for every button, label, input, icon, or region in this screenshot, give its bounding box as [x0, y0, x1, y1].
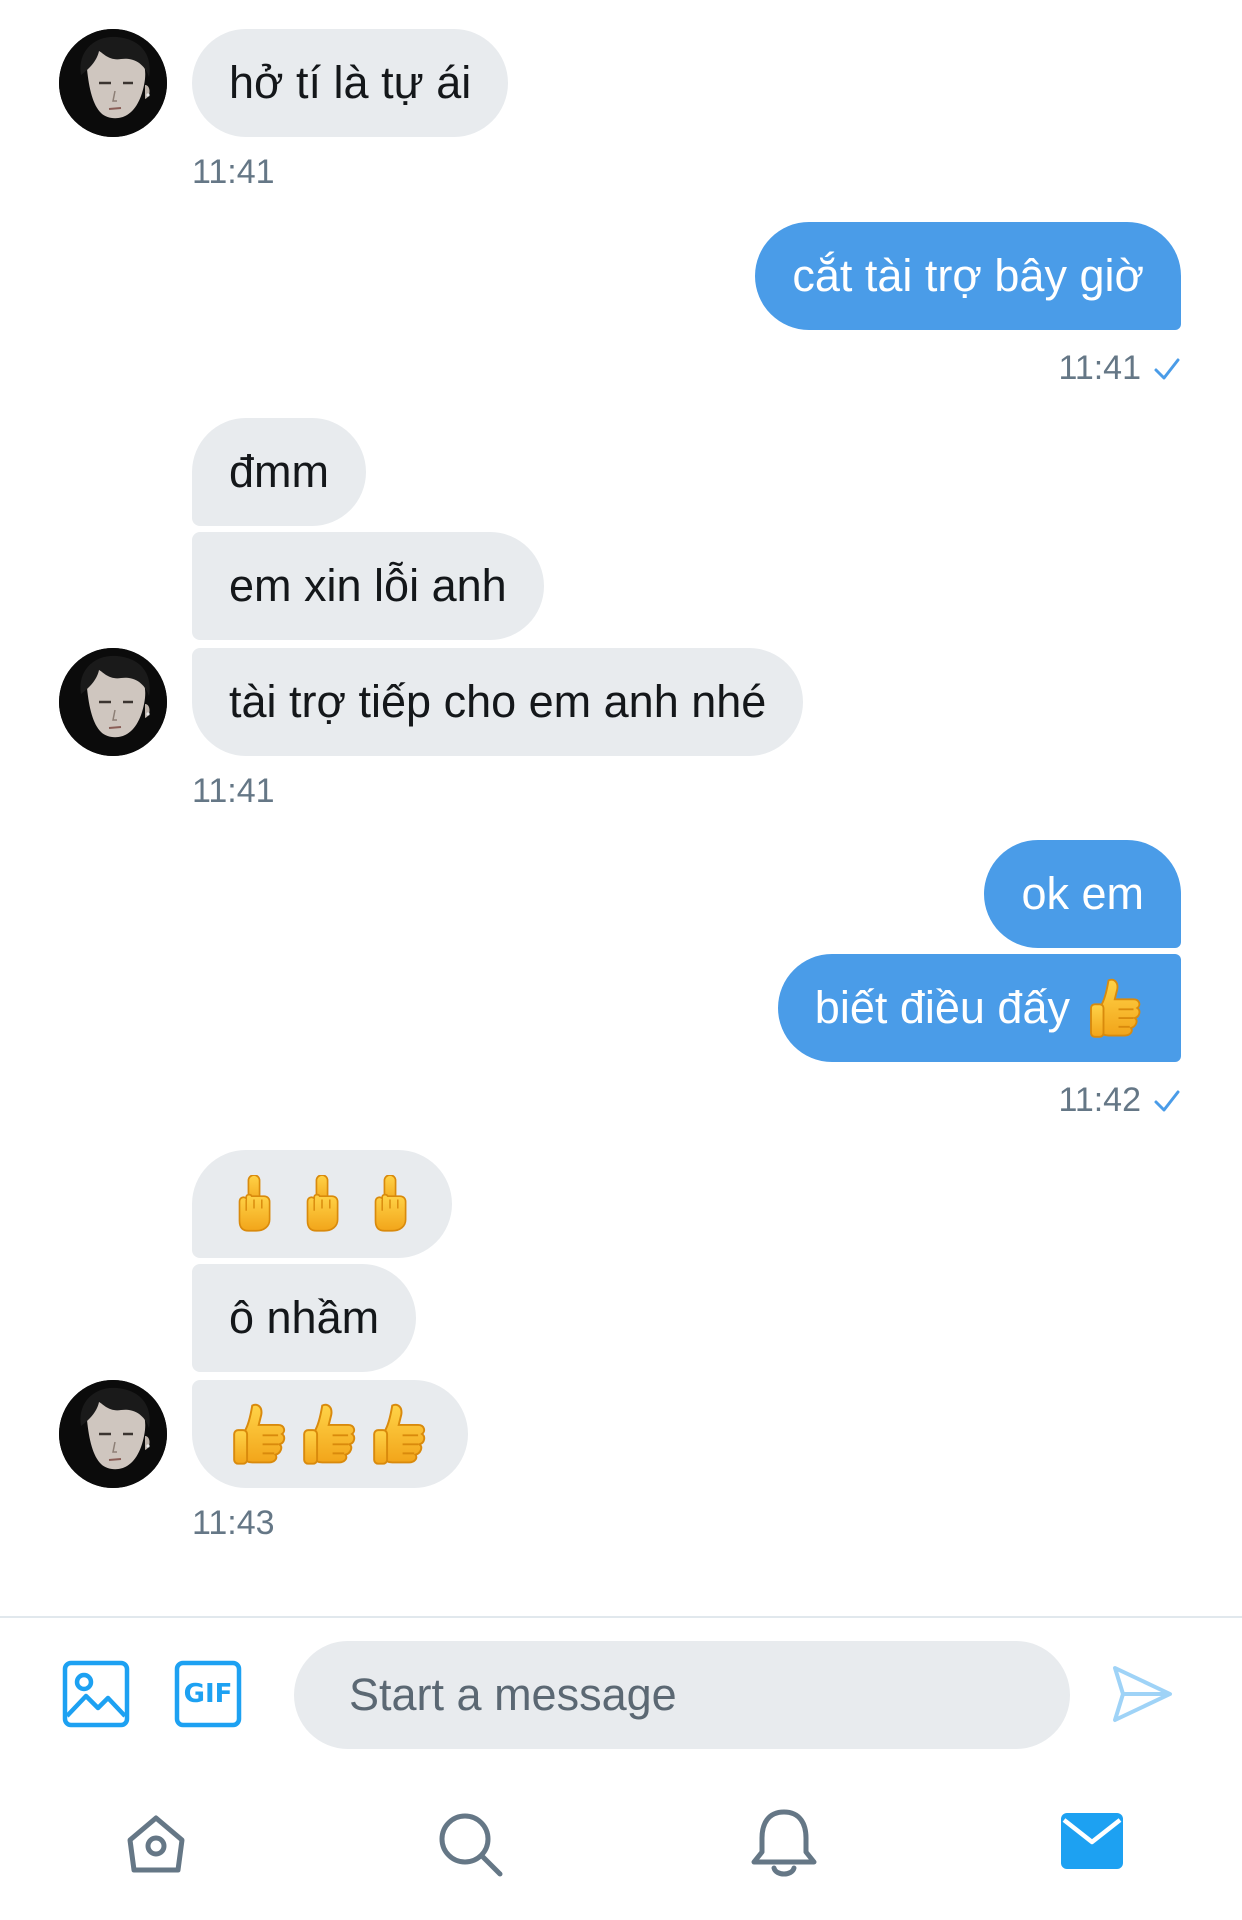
incoming-message[interactable]: đmm	[192, 418, 366, 526]
incoming-emoji-message[interactable]	[192, 1150, 452, 1258]
gif-icon[interactable]: GIF	[174, 1660, 242, 1728]
contact-avatar[interactable]	[59, 648, 167, 756]
incoming-message[interactable]: em xin lỗi anh	[192, 532, 544, 640]
incoming-message[interactable]: ô nhầm	[192, 1264, 417, 1372]
contact-avatar[interactable]	[59, 1380, 167, 1488]
message-timestamp: 11:41	[1058, 349, 1141, 387]
message-text: biết điều đấy	[814, 982, 1070, 1033]
send-icon[interactable]	[1110, 1662, 1174, 1726]
incoming-message[interactable]: tài trợ tiếp cho em anh nhé	[192, 648, 804, 756]
outgoing-message[interactable]: cắt tài trợ bây giờ	[755, 222, 1181, 330]
image-icon[interactable]	[62, 1660, 130, 1728]
message-status: 11:42	[1058, 1080, 1181, 1120]
sent-check-icon	[1154, 358, 1180, 380]
thumbs-up-emoji-icon	[303, 1403, 356, 1465]
incoming-emoji-message[interactable]	[192, 1380, 468, 1488]
contact-avatar[interactable]	[59, 29, 167, 137]
messages-icon[interactable]	[1060, 1812, 1124, 1870]
gif-label: GIF	[183, 1679, 233, 1709]
message-status: 11:41	[1058, 348, 1181, 388]
middle-finger-emoji-icon	[238, 1175, 271, 1232]
message-timestamp: 11:42	[1058, 1081, 1141, 1119]
outgoing-message[interactable]: ok em	[984, 840, 1181, 948]
middle-finger-emoji-icon	[306, 1175, 339, 1232]
message-input[interactable]	[349, 1641, 1009, 1749]
incoming-message[interactable]: hở tí là tự ái	[192, 29, 509, 137]
thumbs-up-emoji-icon	[233, 1403, 286, 1465]
thumbs-up-emoji-icon	[1090, 978, 1141, 1038]
notifications-icon[interactable]	[748, 1806, 820, 1880]
search-icon[interactable]	[434, 1808, 506, 1880]
message-timestamp: 11:41	[192, 153, 275, 191]
middle-finger-emoji-icon	[374, 1175, 407, 1232]
outgoing-message[interactable]: biết điều đấy	[777, 954, 1181, 1062]
sent-check-icon	[1154, 1090, 1180, 1112]
message-input-container[interactable]	[294, 1641, 1070, 1749]
home-icon[interactable]	[120, 1808, 192, 1880]
message-timestamp: 11:43	[192, 1504, 275, 1542]
message-timestamp: 11:41	[192, 772, 275, 810]
thumbs-up-emoji-icon	[373, 1403, 426, 1465]
composer-divider	[0, 1616, 1242, 1618]
